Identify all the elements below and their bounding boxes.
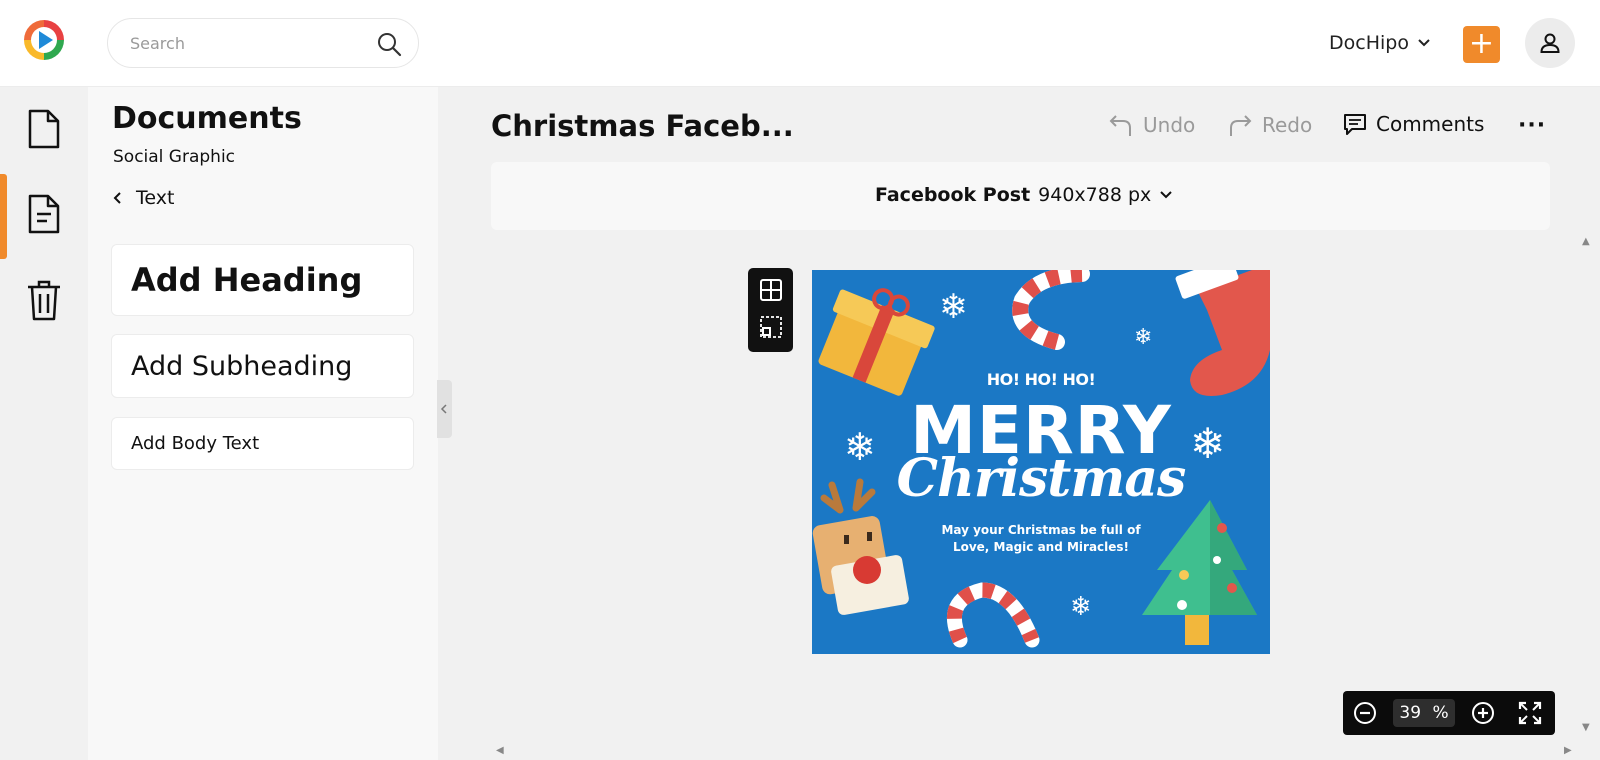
size-selector[interactable]: Facebook Post 940x788 px <box>875 184 1173 206</box>
search-input[interactable]: Search <box>107 18 419 68</box>
svg-text:❄: ❄ <box>1134 325 1152 350</box>
redo-icon <box>1230 115 1252 136</box>
dochipo-logo[interactable] <box>22 18 66 62</box>
add-body-text-label: Add Body Text <box>131 433 260 454</box>
avatar[interactable] <box>1525 18 1575 68</box>
add-body-text-card[interactable]: Add Body Text <box>111 417 414 470</box>
zoom-level[interactable]: 39 % <box>1393 699 1455 727</box>
scroll-up-arrow[interactable]: ▲ <box>1582 236 1590 247</box>
zoom-unit: % <box>1432 703 1449 723</box>
zoom-value: 39 <box>1399 703 1422 723</box>
svg-text:❄: ❄ <box>939 287 968 327</box>
chevron-down-icon <box>1418 39 1430 47</box>
art-message[interactable]: May your Christmas be full of Love, Magi… <box>922 522 1160 556</box>
design-canvas[interactable]: ❄ ❄ ❄ ❄ ❄ HO! HO! HO! MERRY Christmas Ma… <box>812 270 1270 654</box>
rail-item-text[interactable] <box>0 172 88 254</box>
canvas-tool-palette <box>748 268 793 352</box>
add-heading-card[interactable]: Add Heading <box>111 244 414 316</box>
back-button[interactable]: Text <box>112 187 174 209</box>
redo-button[interactable]: Redo <box>1227 112 1312 138</box>
more-options-button[interactable]: ··· <box>1518 113 1546 138</box>
document-icon <box>28 109 60 149</box>
candy-cane-icon <box>946 582 1040 648</box>
user-icon <box>1540 33 1560 53</box>
redo-label: Redo <box>1262 113 1313 137</box>
text-document-icon <box>28 194 60 234</box>
chevron-left-icon <box>440 404 447 414</box>
add-subheading-label: Add Subheading <box>131 351 353 382</box>
art-greeting[interactable]: HO! HO! HO! <box>812 370 1270 389</box>
chevron-down-icon <box>1160 191 1173 199</box>
scroll-right-arrow[interactable]: ▶ <box>1564 745 1572 756</box>
panel-title: Documents <box>112 101 302 136</box>
size-name: Facebook Post <box>875 184 1031 206</box>
comments-label: Comments <box>1376 112 1485 136</box>
text-panel: Documents Social Graphic Text Add Headin… <box>88 87 438 760</box>
zoom-in-icon[interactable] <box>1471 701 1495 725</box>
search-placeholder: Search <box>130 34 185 53</box>
comments-button[interactable]: Comments <box>1343 112 1484 136</box>
zoom-out-icon[interactable] <box>1353 701 1377 725</box>
select-area-icon[interactable] <box>759 315 783 339</box>
candy-cane-icon <box>1012 270 1090 350</box>
size-dimensions: 940x788 px <box>1038 184 1152 206</box>
undo-label: Undo <box>1143 113 1196 137</box>
document-title[interactable]: Christmas Faceb... <box>491 109 794 143</box>
active-rail-indicator <box>0 174 7 259</box>
svg-text:❄: ❄ <box>1070 592 1092 622</box>
grid-icon[interactable] <box>759 278 783 302</box>
search-icon[interactable] <box>376 31 402 57</box>
icon-rail <box>0 87 88 760</box>
panel-collapse-handle[interactable] <box>437 380 452 438</box>
top-bar: Search DocHipo + <box>0 0 1600 87</box>
workspace-name: DocHipo <box>1329 32 1409 54</box>
chevron-left-icon <box>113 192 121 204</box>
add-subheading-card[interactable]: Add Subheading <box>111 334 414 398</box>
scroll-left-arrow[interactable]: ◀ <box>496 745 504 756</box>
document-size-bar[interactable]: Facebook Post 940x788 px <box>491 162 1550 230</box>
fullscreen-icon[interactable] <box>1518 701 1542 725</box>
trash-icon <box>28 280 60 321</box>
undo-button[interactable]: Undo <box>1108 112 1195 138</box>
back-label: Text <box>136 187 175 209</box>
add-button[interactable]: + <box>1463 26 1500 63</box>
comment-icon <box>1344 114 1366 135</box>
scroll-down-arrow[interactable]: ▼ <box>1582 722 1590 733</box>
rail-item-documents[interactable] <box>0 87 88 169</box>
zoom-control: 39 % <box>1343 691 1555 735</box>
panel-subtitle: Social Graphic <box>113 147 236 167</box>
add-heading-label: Add Heading <box>131 261 363 299</box>
workspace-dropdown[interactable]: DocHipo <box>1329 32 1431 54</box>
art-script-title[interactable]: Christmas <box>812 448 1270 509</box>
rail-item-trash[interactable] <box>0 257 88 339</box>
undo-icon <box>1109 115 1131 136</box>
